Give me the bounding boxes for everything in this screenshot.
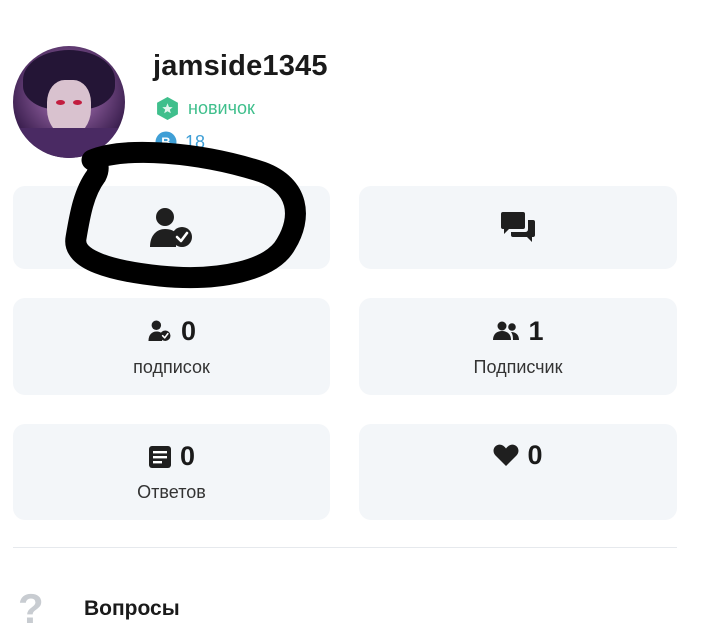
- following-stat[interactable]: 0 подписок: [13, 298, 330, 395]
- followers-stat[interactable]: 1 Подписчик: [359, 298, 677, 395]
- questions-label: Вопросы: [84, 597, 180, 620]
- user-check-icon: [148, 320, 171, 341]
- likes-stat[interactable]: 0: [359, 424, 677, 520]
- rank-hexagon-icon: [157, 97, 178, 120]
- following-label: подписок: [133, 356, 210, 377]
- profile-header: jamside1345 новичок B 18: [0, 0, 705, 170]
- followers-count: 1: [528, 315, 544, 346]
- document-list-icon: [148, 445, 171, 468]
- answers-count: 0: [179, 441, 196, 471]
- avatar[interactable]: [13, 46, 125, 158]
- likes-count: 0: [527, 439, 543, 470]
- rank-label: новичок: [188, 98, 255, 118]
- message-button[interactable]: [359, 186, 677, 269]
- question-icon: ?: [18, 585, 44, 632]
- svg-text:B: B: [161, 135, 170, 150]
- coin-icon: B: [155, 131, 177, 153]
- following-count: 0: [180, 315, 197, 346]
- questions-section[interactable]: ? Вопросы: [18, 588, 180, 630]
- followers-label: Подписчик: [473, 356, 563, 377]
- username: jamside1345: [153, 50, 328, 82]
- answers-stat[interactable]: 0 Ответов: [13, 424, 330, 520]
- points: B 18: [155, 131, 205, 153]
- divider: [13, 547, 677, 548]
- answers-label: Ответов: [137, 482, 206, 502]
- heart-icon: [494, 444, 519, 466]
- points-value: 18: [185, 131, 206, 152]
- users-icon: [493, 321, 520, 340]
- chat-bubbles-icon: [501, 211, 535, 242]
- rank-badge: новичок: [155, 96, 255, 121]
- user-check-icon: [149, 207, 192, 247]
- follow-button[interactable]: [13, 186, 330, 269]
